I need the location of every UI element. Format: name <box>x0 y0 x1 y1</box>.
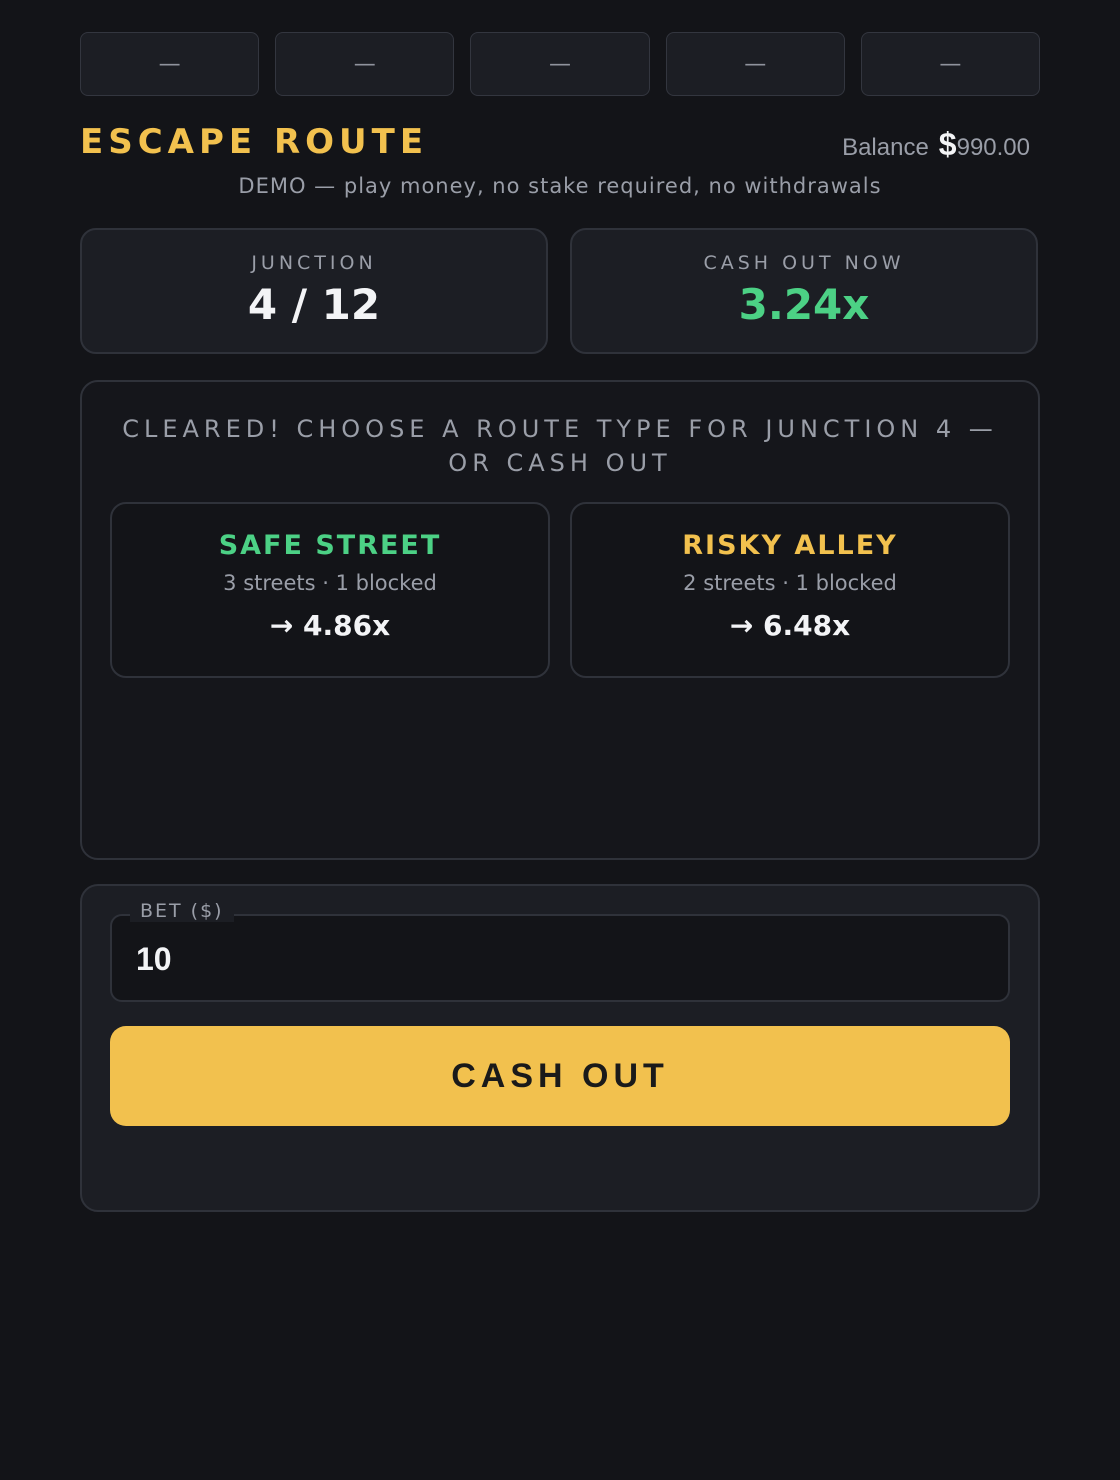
route-options: SAFE STREET 3 streets · 1 blocked → 4.86… <box>110 502 1010 678</box>
junction-stat-card: JUNCTION 4 / 12 <box>80 228 548 354</box>
junction-slot-5[interactable]: — <box>860 32 1041 96</box>
route-option-safe-street[interactable]: SAFE STREET 3 streets · 1 blocked → 4.86… <box>110 502 550 678</box>
bet-label: BET ($) <box>130 900 234 922</box>
balance-display: Balance $ 990.00 <box>842 126 1030 163</box>
balance-label: Balance <box>842 134 929 161</box>
route-name: RISKY ALLEY <box>682 530 898 561</box>
demo-notice: DEMO — play money, no stake required, no… <box>238 174 882 198</box>
junction-label: JUNCTION <box>251 252 377 274</box>
cashout-stat-card: CASH OUT NOW 3.24x <box>570 228 1038 354</box>
cash-out-button[interactable]: CASH OUT <box>110 1026 1010 1126</box>
junction-slot-1[interactable]: — <box>80 32 260 96</box>
route-prompt: CLEARED! CHOOSE A ROUTE TYPE FOR JUNCTIO… <box>122 415 998 477</box>
junction-slot-4[interactable]: — <box>665 32 845 96</box>
route-multiplier: → 4.86x <box>269 609 391 642</box>
bet-input[interactable] <box>134 934 978 984</box>
route-name: SAFE STREET <box>218 530 442 561</box>
cashout-now-value: 3.24x <box>738 280 870 329</box>
junction-slot-3[interactable]: — <box>470 32 650 96</box>
route-multiplier: → 6.48x <box>729 609 851 642</box>
balance-amount: 990.00 <box>956 134 1030 161</box>
junction-value: 4 / 12 <box>247 280 381 329</box>
balance-currency: $ <box>938 126 957 162</box>
route-info: 3 streets · 1 blocked <box>223 571 437 595</box>
game-title: ESCAPE ROUTE <box>80 122 429 162</box>
route-info: 2 streets · 1 blocked <box>683 571 897 595</box>
bet-field: BET ($) <box>110 900 1010 1002</box>
junction-slot-2[interactable]: — <box>275 32 455 96</box>
route-option-risky-alley[interactable]: RISKY ALLEY 2 streets · 1 blocked → 6.48… <box>570 502 1010 678</box>
junction-slots: — — — — — <box>80 32 1041 96</box>
bet-controls-panel: BET ($) CASH OUT <box>80 884 1040 1212</box>
cashout-now-label: CASH OUT NOW <box>703 252 905 274</box>
game-board: CLEARED! CHOOSE A ROUTE TYPE FOR JUNCTIO… <box>80 380 1040 860</box>
